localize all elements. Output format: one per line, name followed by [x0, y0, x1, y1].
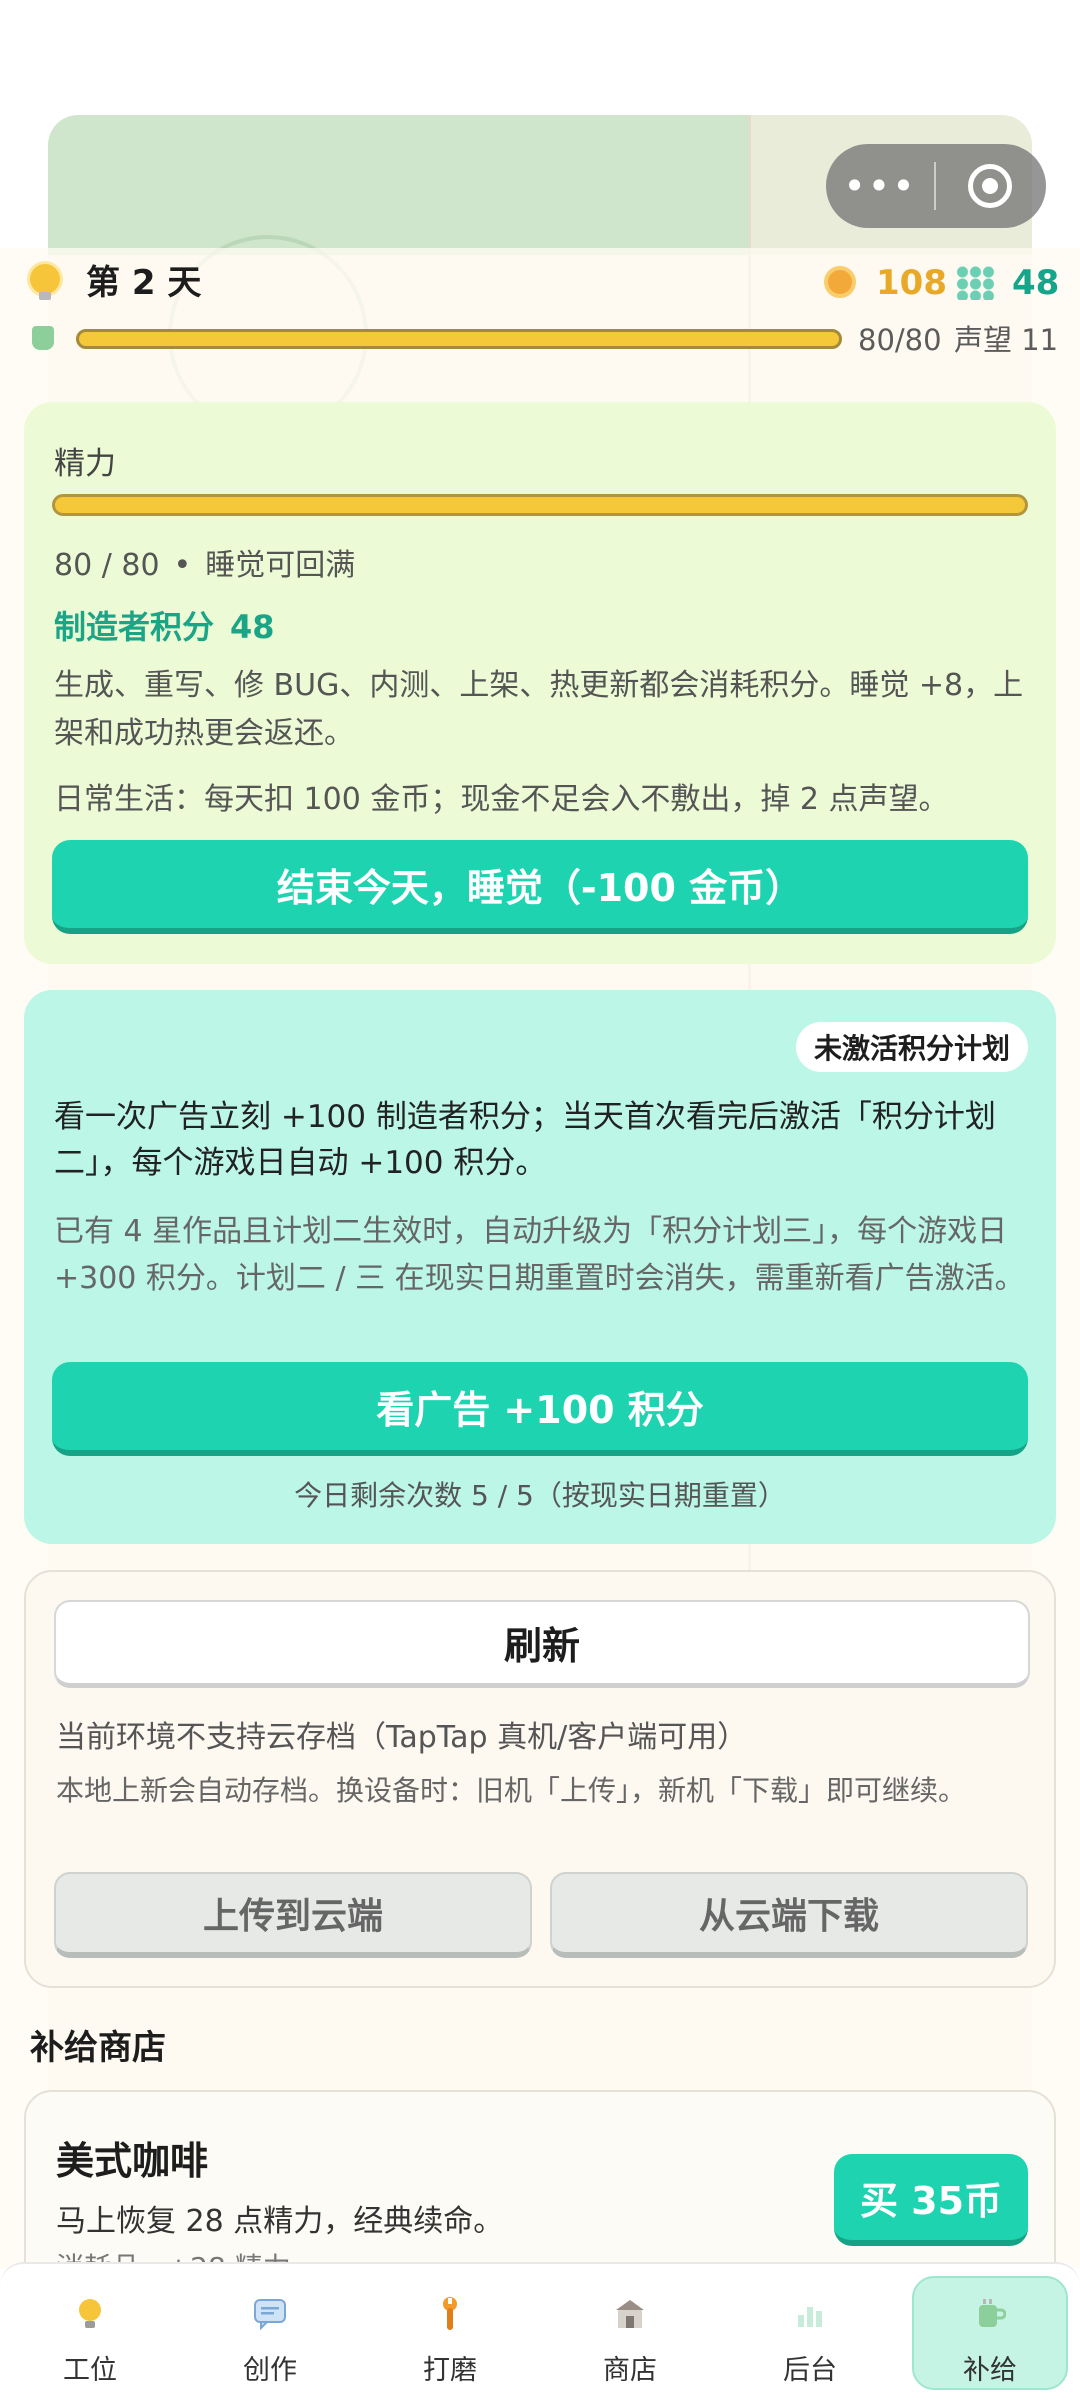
shop-item-description: 马上恢复 28 点精力，经典续命。: [56, 2204, 504, 2239]
maker-points-title: 制造者积分 48: [54, 602, 275, 648]
more-options-icon[interactable]: •••: [826, 144, 934, 228]
maker-points-value: 48: [230, 608, 275, 646]
shop-section-title: 补给商店: [30, 2028, 166, 2068]
energy-status-value: 80 / 80: [54, 548, 160, 583]
bar-chart-icon: [792, 2296, 828, 2332]
nav-item-backend[interactable]: 后台: [720, 2264, 900, 2400]
energy-progress-bar: [76, 329, 842, 349]
nav-label: 补给: [963, 2355, 1017, 2386]
points-description: 生成、重写、修 BUG、内测、上架、热更新都会消耗积分。睡觉 +8，上架和成功热…: [54, 668, 1024, 751]
gem-icon: [956, 266, 994, 300]
daily-life-description: 日常生活：每天扣 100 金币；现金不足会入不敷出，掉 2 点声望。: [54, 782, 949, 817]
energy-status: 80 / 80 • 睡觉可回满: [54, 540, 355, 584]
nav-label: 后台: [783, 2355, 837, 2386]
ad-remaining-count: 今日剩余次数 5 / 5（按现实日期重置）: [294, 1479, 786, 1512]
day-title: 第 2 天: [86, 263, 202, 303]
energy-card: 精力 80 / 80 • 睡觉可回满 制造者积分 48 生成、重写、修 BUG、内测、…: [24, 402, 1056, 964]
shop-item-name: 美式咖啡: [56, 2139, 209, 2183]
watch-ad-button[interactable]: 看广告 +100 积分: [52, 1362, 1028, 1456]
maker-points-label: 制造者积分: [54, 608, 215, 646]
cloud-unsupported-note: 当前环境不支持云存档（TapTap 真机/客户端可用）: [56, 1720, 748, 1755]
cloud-description: 本地上新会自动存档。换设备时：旧机「上传」，新机「下载」即可继续。: [56, 1774, 967, 1807]
refresh-button[interactable]: 刷新: [54, 1600, 1030, 1688]
download-cloud-button[interactable]: 从云端下载: [550, 1872, 1028, 1958]
nav-label: 商店: [603, 2355, 657, 2386]
ad-card: 未激活积分计划 看一次广告立刻 +100 制造者积分；当天首次看完后激活「积分计…: [24, 990, 1056, 1544]
chat-bubble-icon: [252, 2296, 288, 2332]
close-miniapp-icon[interactable]: [936, 144, 1044, 228]
energy-value: 80/80: [858, 323, 942, 357]
coffee-cup-icon: [972, 2296, 1008, 2332]
lightbulb-icon: [72, 2296, 108, 2332]
lightbulb-icon: [30, 264, 60, 300]
energy-bar: [52, 494, 1028, 516]
wrench-icon: [432, 2296, 468, 2332]
nav-label: 工位: [63, 2355, 117, 2386]
upload-cloud-button[interactable]: 上传到云端: [54, 1872, 532, 1958]
nav-item-supply[interactable]: 补给: [900, 2264, 1080, 2400]
coffee-cup-icon: [32, 326, 54, 350]
coin-icon: [824, 266, 856, 298]
fame-value: 声望 11: [954, 323, 1059, 357]
miniapp-capsule: •••: [826, 144, 1046, 228]
nav-label: 打磨: [423, 2355, 477, 2386]
energy-label: 精力: [54, 446, 116, 482]
cloud-save-card: 刷新 当前环境不支持云存档（TapTap 真机/客户端可用） 本地上新会自动存档…: [24, 1570, 1056, 1988]
plan-status-badge: 未激活积分计划: [795, 1022, 1028, 1072]
energy-status-separator: •: [173, 548, 192, 583]
nav-item-polish[interactable]: 打磨: [360, 2264, 540, 2400]
status-header: 第 2 天 108 48: [0, 258, 1080, 312]
nav-item-workstation[interactable]: 工位: [0, 2264, 180, 2400]
buy-button[interactable]: 买 35币: [834, 2154, 1028, 2246]
energy-status-note: 睡觉可回满: [205, 548, 356, 583]
sleep-button[interactable]: 结束今天，睡觉（-100 金币）: [52, 840, 1028, 934]
nav-item-create[interactable]: 创作: [180, 2264, 360, 2400]
coin-count: 108: [876, 263, 947, 303]
background-green-block: [48, 115, 748, 255]
bottom-nav: 工位 创作 打磨 商店 后台 补给: [0, 2262, 1080, 2400]
gem-count: 48: [1012, 263, 1060, 303]
nav-label: 创作: [243, 2355, 297, 2386]
nav-item-store[interactable]: 商店: [540, 2264, 720, 2400]
plan-description: 已有 4 星作品且计划二生效时，自动升级为「积分计划三」，每个游戏日 +300 …: [54, 1214, 1025, 1296]
store-icon: [612, 2296, 648, 2332]
energy-header: 80/80 声望 11: [0, 318, 1080, 362]
ad-description: 看一次广告立刻 +100 制造者积分；当天首次看完后激活「积分计划二」，每个游戏…: [54, 1099, 996, 1181]
